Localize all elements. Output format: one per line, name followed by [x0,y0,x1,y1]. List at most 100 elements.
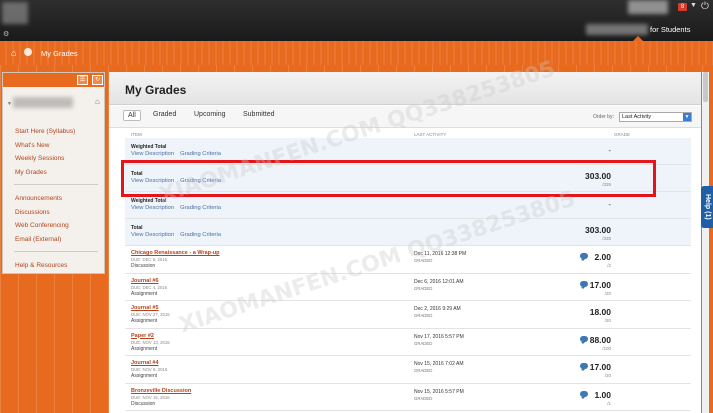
notification-badge[interactable]: 8 [678,3,687,11]
grade-out-of: /20 [604,290,611,296]
grade-value: - [608,146,611,155]
main-content: My Grades All Graded Upcoming Submitted … [109,72,701,413]
menu-item-discussions[interactable]: Discussions [15,208,98,222]
column-header-item: ITEM [131,132,142,137]
filter-bar: All Graded Upcoming Submitted Order by: … [109,106,701,128]
folder-view-icon[interactable]: ☰ [77,75,88,85]
table-row: Journal #6 DUE: DEC 4, 2016 Assignment D… [125,274,691,301]
order-by-value: Last Activity [622,114,652,120]
item-name-link[interactable]: Chicago Renaissance - a Wrap-up [131,250,220,256]
view-description-link[interactable]: View Description [131,232,174,238]
tab-upcoming[interactable]: Upcoming [194,111,226,118]
status-text: GRADED [414,395,433,401]
status-text: GRADED [414,368,433,373]
menu-item-weekly-sessions[interactable]: Weekly Sessions [15,154,98,168]
settings-icon[interactable]: ⚙ [3,30,9,38]
grading-criteria-link[interactable]: Grading Criteria [180,151,221,157]
item-name-link[interactable]: Paper #2 [131,333,154,339]
menu-toggle-icon[interactable] [24,48,32,56]
tab-graded[interactable]: Graded [153,111,176,118]
breadcrumb-current: My Grades [41,49,78,58]
due-date: DUE: NOV 6, 2016 [131,367,168,372]
due-date: DUE: NOV 15, 2016 [131,394,170,400]
last-activity: Dec 11, 2016 12:38 PM [414,251,467,257]
menu-item-my-grades[interactable]: My Grades [15,168,98,182]
refresh-icon[interactable]: ↻ [92,75,103,85]
grade-value: 18.00 [589,307,611,317]
course-home-icon[interactable]: ⌂ [95,97,100,106]
item-name-link[interactable]: Bronzeville Discussion [131,388,191,394]
grade-value: 1.00 [594,389,611,400]
table-row: Journal #4 DUE: NOV 6, 2016 Assignment N… [125,356,691,384]
institution-logo[interactable] [2,2,28,24]
table-row: Paper #2 DUE: NOV 13, 2016 Assignment No… [125,329,691,356]
status-text: GRADED [414,258,433,263]
grade-value: 303.00 [585,225,611,235]
scrollbar[interactable] [702,72,709,413]
course-menu-header: ☰ ↻ [3,73,104,87]
view-description-link[interactable]: View Description [131,151,174,157]
course-tab-role[interactable]: for Students [650,25,690,34]
menu-divider [14,251,98,252]
item-name-link[interactable]: Journal #6 [131,278,159,284]
view-description-link[interactable]: View Description [131,205,174,211]
menu-item-help[interactable]: Help & Resources [15,261,98,275]
top-bar: ⚙ 8 ▼ ⏻ for Students [0,0,713,41]
collapse-arrow-icon[interactable]: ▼ [7,101,12,107]
item-type: Discussion [131,263,156,269]
user-menu[interactable] [628,0,668,14]
page-title: My Grades [125,83,187,97]
chevron-down-icon[interactable]: ▼ [690,2,697,9]
table-row: Journal #5 DUE: NOV 27, 2016 Assignment … [125,301,691,329]
item-type: Assignment [131,345,158,352]
course-name[interactable] [13,97,73,108]
logout-icon[interactable]: ⏻ [701,1,709,12]
comment-icon[interactable] [580,280,588,289]
grade-value: - [608,200,611,209]
last-activity: Nov 15, 2016 5:57 PM [414,388,464,395]
item-name-link[interactable]: Journal #5 [131,305,159,311]
due-date: DUE: DEC 6, 2016 [131,257,168,262]
grade-out-of: /335 [602,236,611,241]
grade-out-of: /100 [602,345,611,351]
comment-icon[interactable] [580,335,588,344]
grade-value: 17.00 [589,279,611,290]
comment-icon[interactable] [580,390,588,399]
last-activity: Nov 17, 2016 5:57 PM [414,333,464,340]
help-tab[interactable]: Help (1) [701,186,713,228]
status-text: GRADED [414,285,433,291]
column-header-grade: GRADE [614,132,631,137]
home-icon[interactable]: ⌂ [11,48,16,58]
table-row: Chicago Renaissance - a Wrap-up DUE: DEC… [125,246,691,274]
menu-item-announcements[interactable]: Announcements [15,194,98,208]
scrollbar-thumb[interactable] [703,72,708,102]
status-text: GRADED [414,340,433,346]
item-type: Assignment [131,318,158,324]
grading-criteria-link[interactable]: Grading Criteria [180,205,221,211]
breadcrumb: ⌂ My Grades [0,41,713,65]
row-title: Weighted Total [131,198,167,204]
tab-submitted[interactable]: Submitted [243,111,275,118]
comment-icon[interactable] [580,363,588,371]
page-header: My Grades [109,72,701,105]
course-tab-label[interactable] [586,24,648,35]
menu-item-start-here[interactable]: Start Here (Syllabus) [15,127,98,141]
due-date: DUE: DEC 4, 2016 [131,284,168,290]
course-menu-list: Start Here (Syllabus) What's New Weekly … [14,127,98,275]
item-name-link[interactable]: Journal #4 [131,360,159,366]
comment-icon[interactable] [580,253,588,261]
course-menu: ☰ ↻ ▼ ⌂ Start Here (Syllabus) What's New… [2,72,105,274]
menu-item-email[interactable]: Email (External) [15,235,98,249]
order-by-select[interactable]: Last Activity ▼ [619,112,692,122]
highlight-box [121,160,656,197]
grade-value: 2.00 [594,252,611,262]
due-date: DUE: NOV 13, 2016 [131,339,170,345]
menu-item-whats-new[interactable]: What's New [15,141,98,155]
menu-item-web-conferencing[interactable]: Web Conferencing [15,221,98,235]
grading-criteria-link[interactable]: Grading Criteria [180,232,221,238]
item-type: Assignment [131,290,158,297]
tab-all[interactable]: All [123,110,141,121]
last-activity: Dec 2, 2016 9:29 AM [414,306,461,312]
table-row: Bronzeville Discussion DUE: NOV 15, 2016… [125,384,691,411]
last-activity: Nov 15, 2016 7:02 AM [414,361,464,367]
